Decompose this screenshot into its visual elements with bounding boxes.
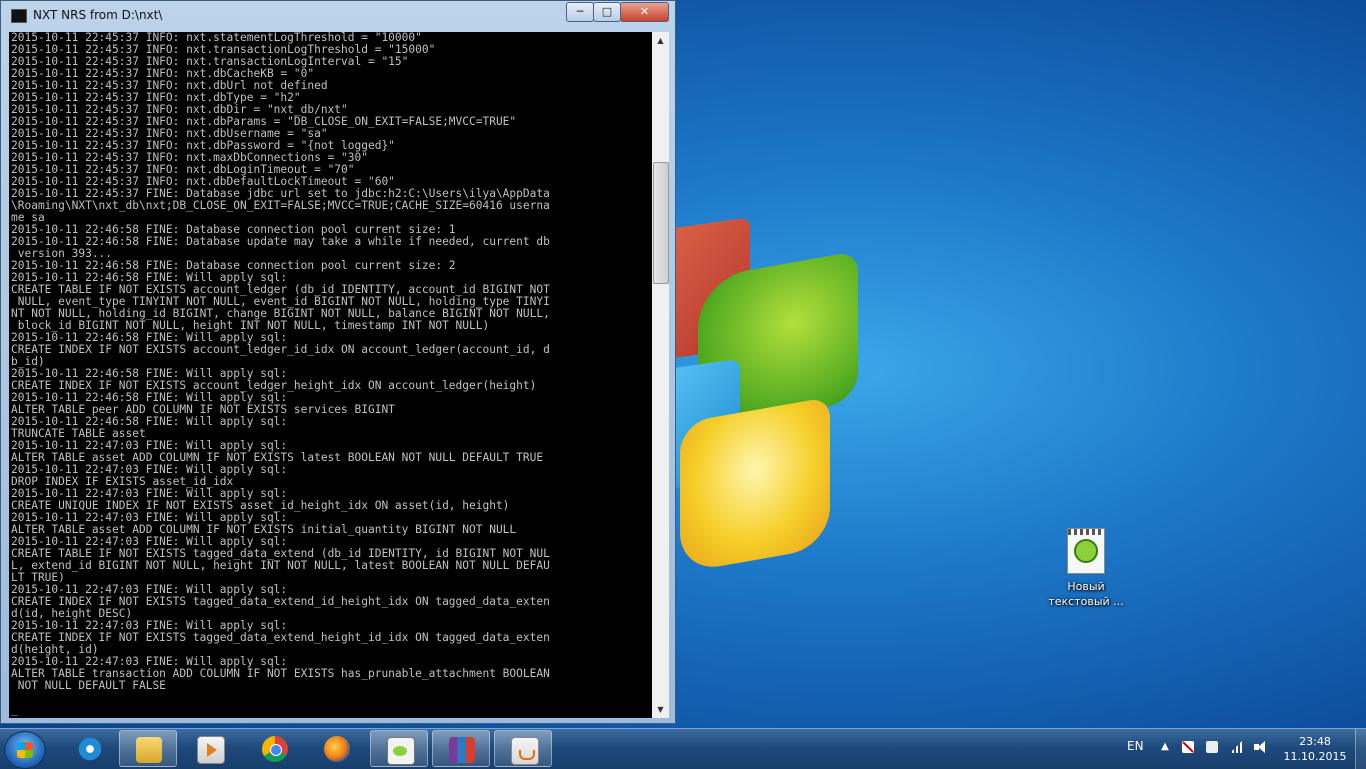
text-file-icon: [1067, 528, 1105, 574]
winrar-icon: [449, 737, 475, 763]
show-hidden-icons-button[interactable]: ▲: [1159, 741, 1171, 753]
taskbar: EN ▲ 23:48 11.10.2015: [0, 728, 1366, 769]
console-window[interactable]: NXT NRS from D:\nxt\ ─ □ ✕ 2015-10-11 22…: [0, 0, 676, 724]
power-icon[interactable]: [1206, 741, 1218, 753]
show-desktop-button[interactable]: [1355, 729, 1366, 769]
network-icon[interactable]: [1230, 741, 1242, 753]
taskbar-notepad-plus-plus[interactable]: [370, 730, 428, 767]
vertical-scrollbar[interactable]: ▲ ▼: [652, 32, 669, 718]
taskbar-windows-explorer[interactable]: [119, 730, 177, 767]
scroll-thumb[interactable]: [653, 162, 669, 284]
taskbar-firefox[interactable]: [308, 730, 366, 767]
system-clock[interactable]: 23:48 11.10.2015: [1280, 734, 1350, 764]
maximize-button[interactable]: □: [593, 2, 621, 22]
firefox-icon: [324, 736, 350, 762]
taskbar-winrar[interactable]: [432, 730, 490, 767]
minimize-button[interactable]: ─: [566, 2, 594, 22]
windows-logo-wallpaper: [640, 217, 880, 574]
action-center-icon[interactable]: [1182, 741, 1194, 753]
clock-date: 11.10.2015: [1283, 750, 1347, 763]
desktop-icon-label-line1: Новый: [1067, 580, 1105, 593]
scroll-up-button[interactable]: ▲: [652, 32, 669, 49]
language-indicator[interactable]: EN: [1127, 739, 1144, 753]
ie-icon: [77, 736, 103, 762]
taskbar-java-console[interactable]: [494, 730, 552, 767]
logo-yellow-pane: [680, 396, 830, 574]
console-app-icon[interactable]: [11, 9, 27, 23]
windows-start-icon: [17, 742, 33, 758]
desktop-icon-label: Новый текстовый ...: [1048, 579, 1124, 609]
console-output[interactable]: 2015-10-11 22:45:37 INFO: nxt.statementL…: [9, 32, 652, 718]
taskbar-media-player[interactable]: [181, 730, 239, 767]
chrome-icon: [262, 736, 288, 762]
window-titlebar[interactable]: NXT NRS from D:\nxt\ ─ □ ✕: [1, 1, 675, 30]
close-button[interactable]: ✕: [620, 2, 669, 22]
console-log-text: 2015-10-11 22:45:37 INFO: nxt.statementL…: [11, 32, 550, 716]
start-button[interactable]: [4, 731, 46, 769]
clock-time: 23:48: [1299, 735, 1331, 748]
folder-icon: [136, 737, 162, 763]
notepad-plus-plus-icon: [387, 737, 415, 765]
taskbar-chrome[interactable]: [246, 730, 304, 767]
java-icon: [511, 737, 539, 765]
desktop-icon-text-file[interactable]: Новый текстовый ...: [1048, 528, 1124, 609]
scroll-down-button[interactable]: ▼: [652, 701, 669, 718]
desktop-icon-label-line2: текстовый ...: [1048, 595, 1124, 608]
taskbar-internet-explorer[interactable]: [61, 730, 119, 767]
window-title: NXT NRS from D:\nxt\: [33, 8, 163, 22]
volume-icon[interactable]: [1254, 741, 1266, 753]
media-player-icon: [197, 736, 225, 764]
